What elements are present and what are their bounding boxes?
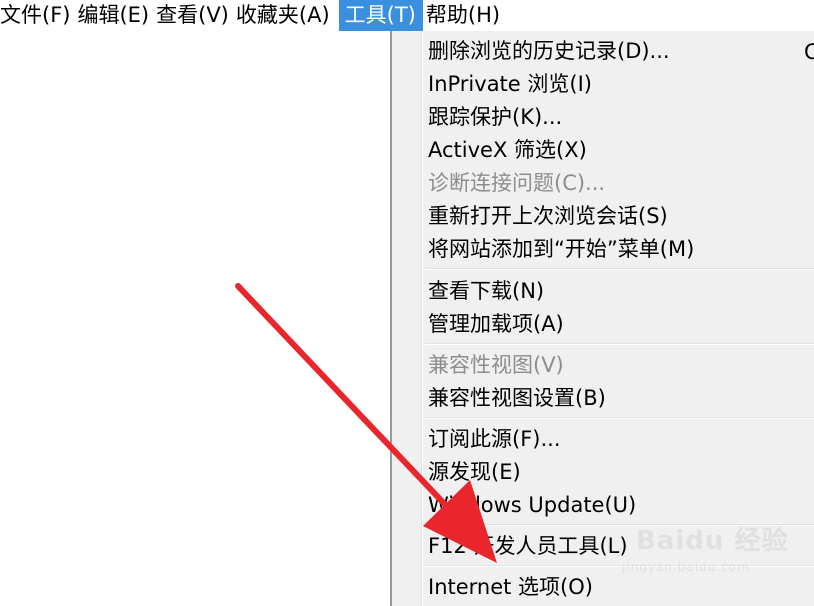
menu-separator [425,565,814,567]
menu-item-add-to-start[interactable]: 将网站添加到“开始”菜单(M) [428,235,694,263]
menu-item-feed-discovery[interactable]: 源发现(E) [428,458,521,486]
menu-separator [425,524,814,526]
menu-item-inprivate[interactable]: InPrivate 浏览(I) [428,70,592,98]
menu-item-subscribe-feed[interactable]: 订阅此源(F)... [428,425,561,453]
menu-item-view-downloads[interactable]: 查看下载(N) [428,277,544,305]
menu-separator [425,268,814,270]
menu-tools[interactable]: 工具(T) [338,0,423,31]
menu-item-reopen-session[interactable]: 重新打开上次浏览会话(S) [428,202,668,230]
menu-item-windows-update[interactable]: Windows Update(U) [428,491,636,519]
menu-item-f12-dev-tools[interactable]: F12 开发人员工具(L) [428,532,628,560]
menu-item-shortcut: C [804,40,814,64]
tools-dropdown-menu: 删除浏览的历史记录(D)... C InPrivate 浏览(I) 跟踪保护(K… [390,31,814,606]
menu-edit[interactable]: 编辑(E) [77,0,156,31]
menu-bar: 文件(F) 编辑(E) 查看(V) 收藏夹(A) 工具(T) 帮助(H) [0,0,814,31]
menu-separator [425,417,814,419]
menu-item-internet-options[interactable]: Internet 选项(O) [428,573,593,601]
menu-item-tracking-protection[interactable]: 跟踪保护(K)... [428,103,562,131]
menu-item-delete-history[interactable]: 删除浏览的历史记录(D)... [428,37,670,65]
menu-file[interactable]: 文件(F) [0,0,77,31]
menu-item-manage-addons[interactable]: 管理加载项(A) [428,310,564,338]
menu-favorites[interactable]: 收藏夹(A) [236,0,337,31]
menu-item-compat-view-settings[interactable]: 兼容性视图设置(B) [428,384,606,412]
menu-separator [425,343,814,345]
menu-help[interactable]: 帮助(H) [423,0,507,31]
menu-item-diagnose-connection: 诊断连接问题(C)... [428,171,606,195]
menu-item-activex-filter[interactable]: ActiveX 筛选(X) [428,136,587,164]
menu-item-compat-view: 兼容性视图(V) [428,353,564,377]
menu-gutter-highlight [422,31,423,606]
menu-view[interactable]: 查看(V) [156,0,236,31]
